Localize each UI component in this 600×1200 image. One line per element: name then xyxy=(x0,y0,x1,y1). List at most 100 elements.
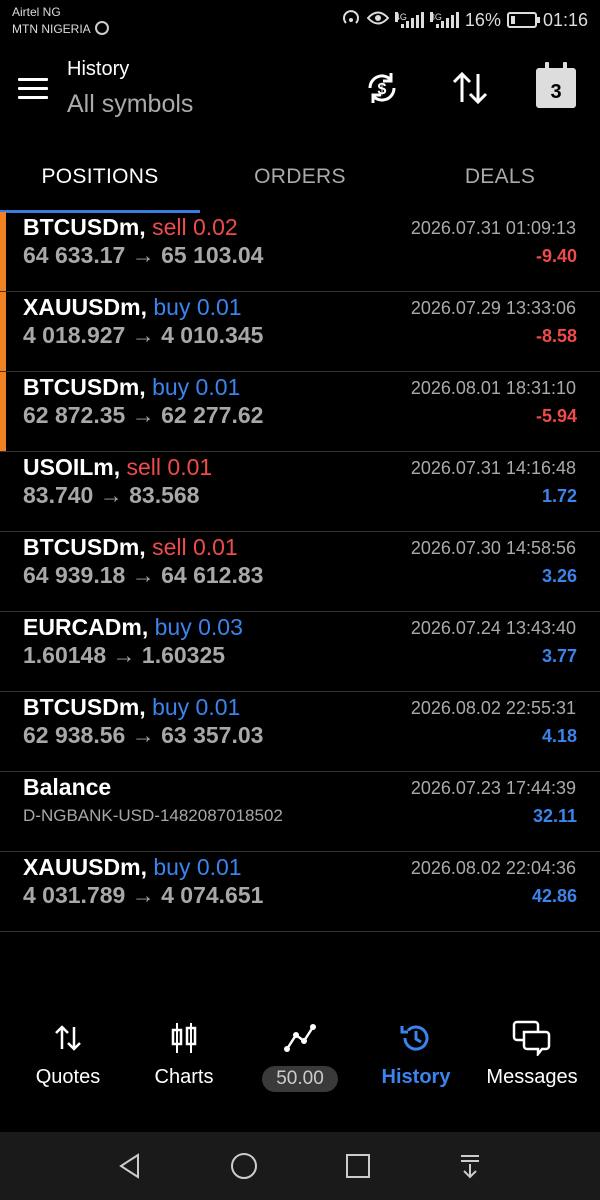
calendar-day: 3 xyxy=(550,80,562,103)
tab-bar: POSITIONS ORDERS DEALS xyxy=(0,146,600,213)
nav-history[interactable]: History xyxy=(356,1010,476,1110)
trade-datetime: 2026.07.23 17:44:39 xyxy=(410,778,576,798)
profit-value: -8.58 xyxy=(535,326,577,346)
trade-side: buy 0.01 xyxy=(153,854,242,880)
messages-icon xyxy=(472,1010,592,1066)
price-range: 4 018.927 → 4 010.345 xyxy=(23,322,264,348)
profit-value: -9.40 xyxy=(535,246,577,266)
list-item[interactable]: BTCUSDm, buy 0.01 62 938.56 → 63 357.03 … xyxy=(0,692,600,772)
signal-icon-sim2: 3G xyxy=(429,12,459,28)
list-item[interactable]: BTCUSDm, sell 0.02 64 633.17 → 65 103.04… xyxy=(0,212,600,292)
trade-datetime: 2026.07.31 14:16:48 xyxy=(410,458,576,478)
battery-percent: 16% xyxy=(464,9,501,30)
symbol-label: XAUUSDm, xyxy=(23,294,147,320)
profit-value: -5.94 xyxy=(535,406,577,426)
list-item[interactable]: BTCUSDm, sell 0.01 64 939.18 → 64 612.83… xyxy=(0,532,600,612)
eye-icon xyxy=(366,10,390,31)
bottom-nav: Quotes Charts 50.00 History Messages xyxy=(0,1010,600,1130)
trade-datetime: 2026.08.02 22:55:31 xyxy=(410,698,576,718)
trade-datetime: 2026.07.29 13:33:06 xyxy=(410,298,576,318)
status-bar: Airtel NG MTN NIGERIA 4G 3G 16% 01:16 xyxy=(0,0,600,44)
hotspot-icon xyxy=(341,8,361,33)
back-icon[interactable] xyxy=(112,1148,148,1184)
home-icon[interactable] xyxy=(226,1148,262,1184)
nav-charts[interactable]: Charts xyxy=(124,1010,244,1110)
symbol-label: BTCUSDm, xyxy=(23,534,146,560)
trade-datetime: 2026.07.24 13:43:40 xyxy=(410,618,576,638)
history-icon xyxy=(356,1010,476,1066)
quotes-icon xyxy=(8,1010,128,1066)
app-bar: History All symbols $ 3 xyxy=(0,44,600,140)
profit-value: 3.77 xyxy=(541,646,577,666)
nav-history-label: History xyxy=(381,1066,451,1088)
trade-side: buy 0.03 xyxy=(154,614,243,640)
profit-value: 3.26 xyxy=(541,566,577,586)
trade-side: buy 0.01 xyxy=(152,694,241,720)
nav-trade[interactable]: 50.00 xyxy=(240,1010,360,1110)
price-range: 1.60148 → 1.60325 xyxy=(23,642,226,668)
symbol-label: EURCADm, xyxy=(23,614,149,640)
list-item[interactable]: EURCADm, buy 0.03 1.60148 → 1.60325 2026… xyxy=(0,612,600,692)
currency-exchange-icon[interactable]: $ xyxy=(358,64,406,112)
signal-icon-sim1: 4G xyxy=(394,12,424,28)
price-range: 62 872.35 → 62 277.62 xyxy=(23,402,264,428)
svg-text:$: $ xyxy=(378,81,387,98)
tab-orders[interactable]: ORDERS xyxy=(200,146,400,208)
list-item[interactable]: Balance D-NGBANK-USD-1482087018502 2026.… xyxy=(0,772,600,852)
trade-datetime: 2026.08.02 22:04:36 xyxy=(410,858,576,878)
profit-value: 42.86 xyxy=(531,886,577,906)
status-icons: 4G 3G 16% 01:16 xyxy=(341,8,588,32)
list-item[interactable]: XAUUSDm, buy 0.01 4 031.789 → 4 074.651 … xyxy=(0,852,600,932)
symbol-label: XAUUSDm, xyxy=(23,854,147,880)
symbol-label: USOILm, xyxy=(23,454,121,480)
price-range: 4 031.789 → 4 074.651 xyxy=(23,882,264,908)
list-item[interactable]: USOILm, sell 0.01 83.740 → 83.568 2026.0… xyxy=(0,452,600,532)
whatsapp-icon xyxy=(94,21,109,35)
symbol-label: Balance xyxy=(23,774,112,800)
symbol-label: BTCUSDm, xyxy=(23,214,146,240)
list-item[interactable]: BTCUSDm, buy 0.01 62 872.35 → 62 277.62 … xyxy=(0,372,600,452)
trade-side: buy 0.01 xyxy=(153,294,242,320)
nav-quotes-label: Quotes xyxy=(35,1066,101,1088)
menu-icon[interactable] xyxy=(18,78,48,100)
symbol-label: BTCUSDm, xyxy=(23,374,146,400)
trade-datetime: 2026.07.30 14:58:56 xyxy=(410,538,576,558)
price-range: 64 633.17 → 65 103.04 xyxy=(23,242,264,268)
trade-value-pill: 50.00 xyxy=(262,1066,338,1092)
clock: 01:16 xyxy=(542,9,588,30)
trade-side: sell 0.02 xyxy=(152,214,238,240)
price-range: 83.740 → 83.568 xyxy=(23,482,200,508)
profit-value: 4.18 xyxy=(541,726,577,746)
trade-datetime: 2026.07.31 01:09:13 xyxy=(410,218,576,238)
symbol-filter[interactable]: All symbols xyxy=(67,90,193,119)
system-nav-bar xyxy=(0,1132,600,1200)
trade-icon xyxy=(240,1010,360,1066)
tab-deals[interactable]: DEALS xyxy=(400,146,600,208)
history-list: BTCUSDm, sell 0.02 64 633.17 → 65 103.04… xyxy=(0,212,600,932)
trade-side: sell 0.01 xyxy=(126,454,213,480)
list-item[interactable]: XAUUSDm, buy 0.01 4 018.927 → 4 010.345 … xyxy=(0,292,600,372)
nav-charts-label: Charts xyxy=(154,1066,214,1088)
carrier-1: Airtel NG xyxy=(12,5,61,19)
nav-messages-label: Messages xyxy=(486,1066,578,1088)
nav-messages[interactable]: Messages xyxy=(472,1010,592,1110)
recents-icon[interactable] xyxy=(340,1148,376,1184)
price-range: 64 939.18 → 64 612.83 xyxy=(23,562,264,588)
trade-side: buy 0.01 xyxy=(152,374,241,400)
nav-quotes[interactable]: Quotes xyxy=(8,1010,128,1110)
page-title: History xyxy=(67,58,130,80)
price-range: 62 938.56 → 63 357.03 xyxy=(23,722,264,748)
carrier-2: MTN NIGERIA xyxy=(12,22,91,36)
sort-icon[interactable] xyxy=(446,64,494,112)
profit-value: 32.11 xyxy=(532,806,577,826)
calendar-icon[interactable]: 3 xyxy=(532,62,580,112)
tab-positions[interactable]: POSITIONS xyxy=(0,146,200,208)
trade-side: sell 0.01 xyxy=(152,534,238,560)
balance-comment: D-NGBANK-USD-1482087018502 xyxy=(23,806,283,825)
trade-datetime: 2026.08.01 18:31:10 xyxy=(410,378,576,398)
candlestick-icon xyxy=(124,1010,244,1066)
notification-shade-icon[interactable] xyxy=(452,1148,488,1184)
carrier-info: Airtel NG MTN NIGERIA xyxy=(12,4,109,38)
battery-icon xyxy=(506,12,540,28)
symbol-label: BTCUSDm, xyxy=(23,694,146,720)
